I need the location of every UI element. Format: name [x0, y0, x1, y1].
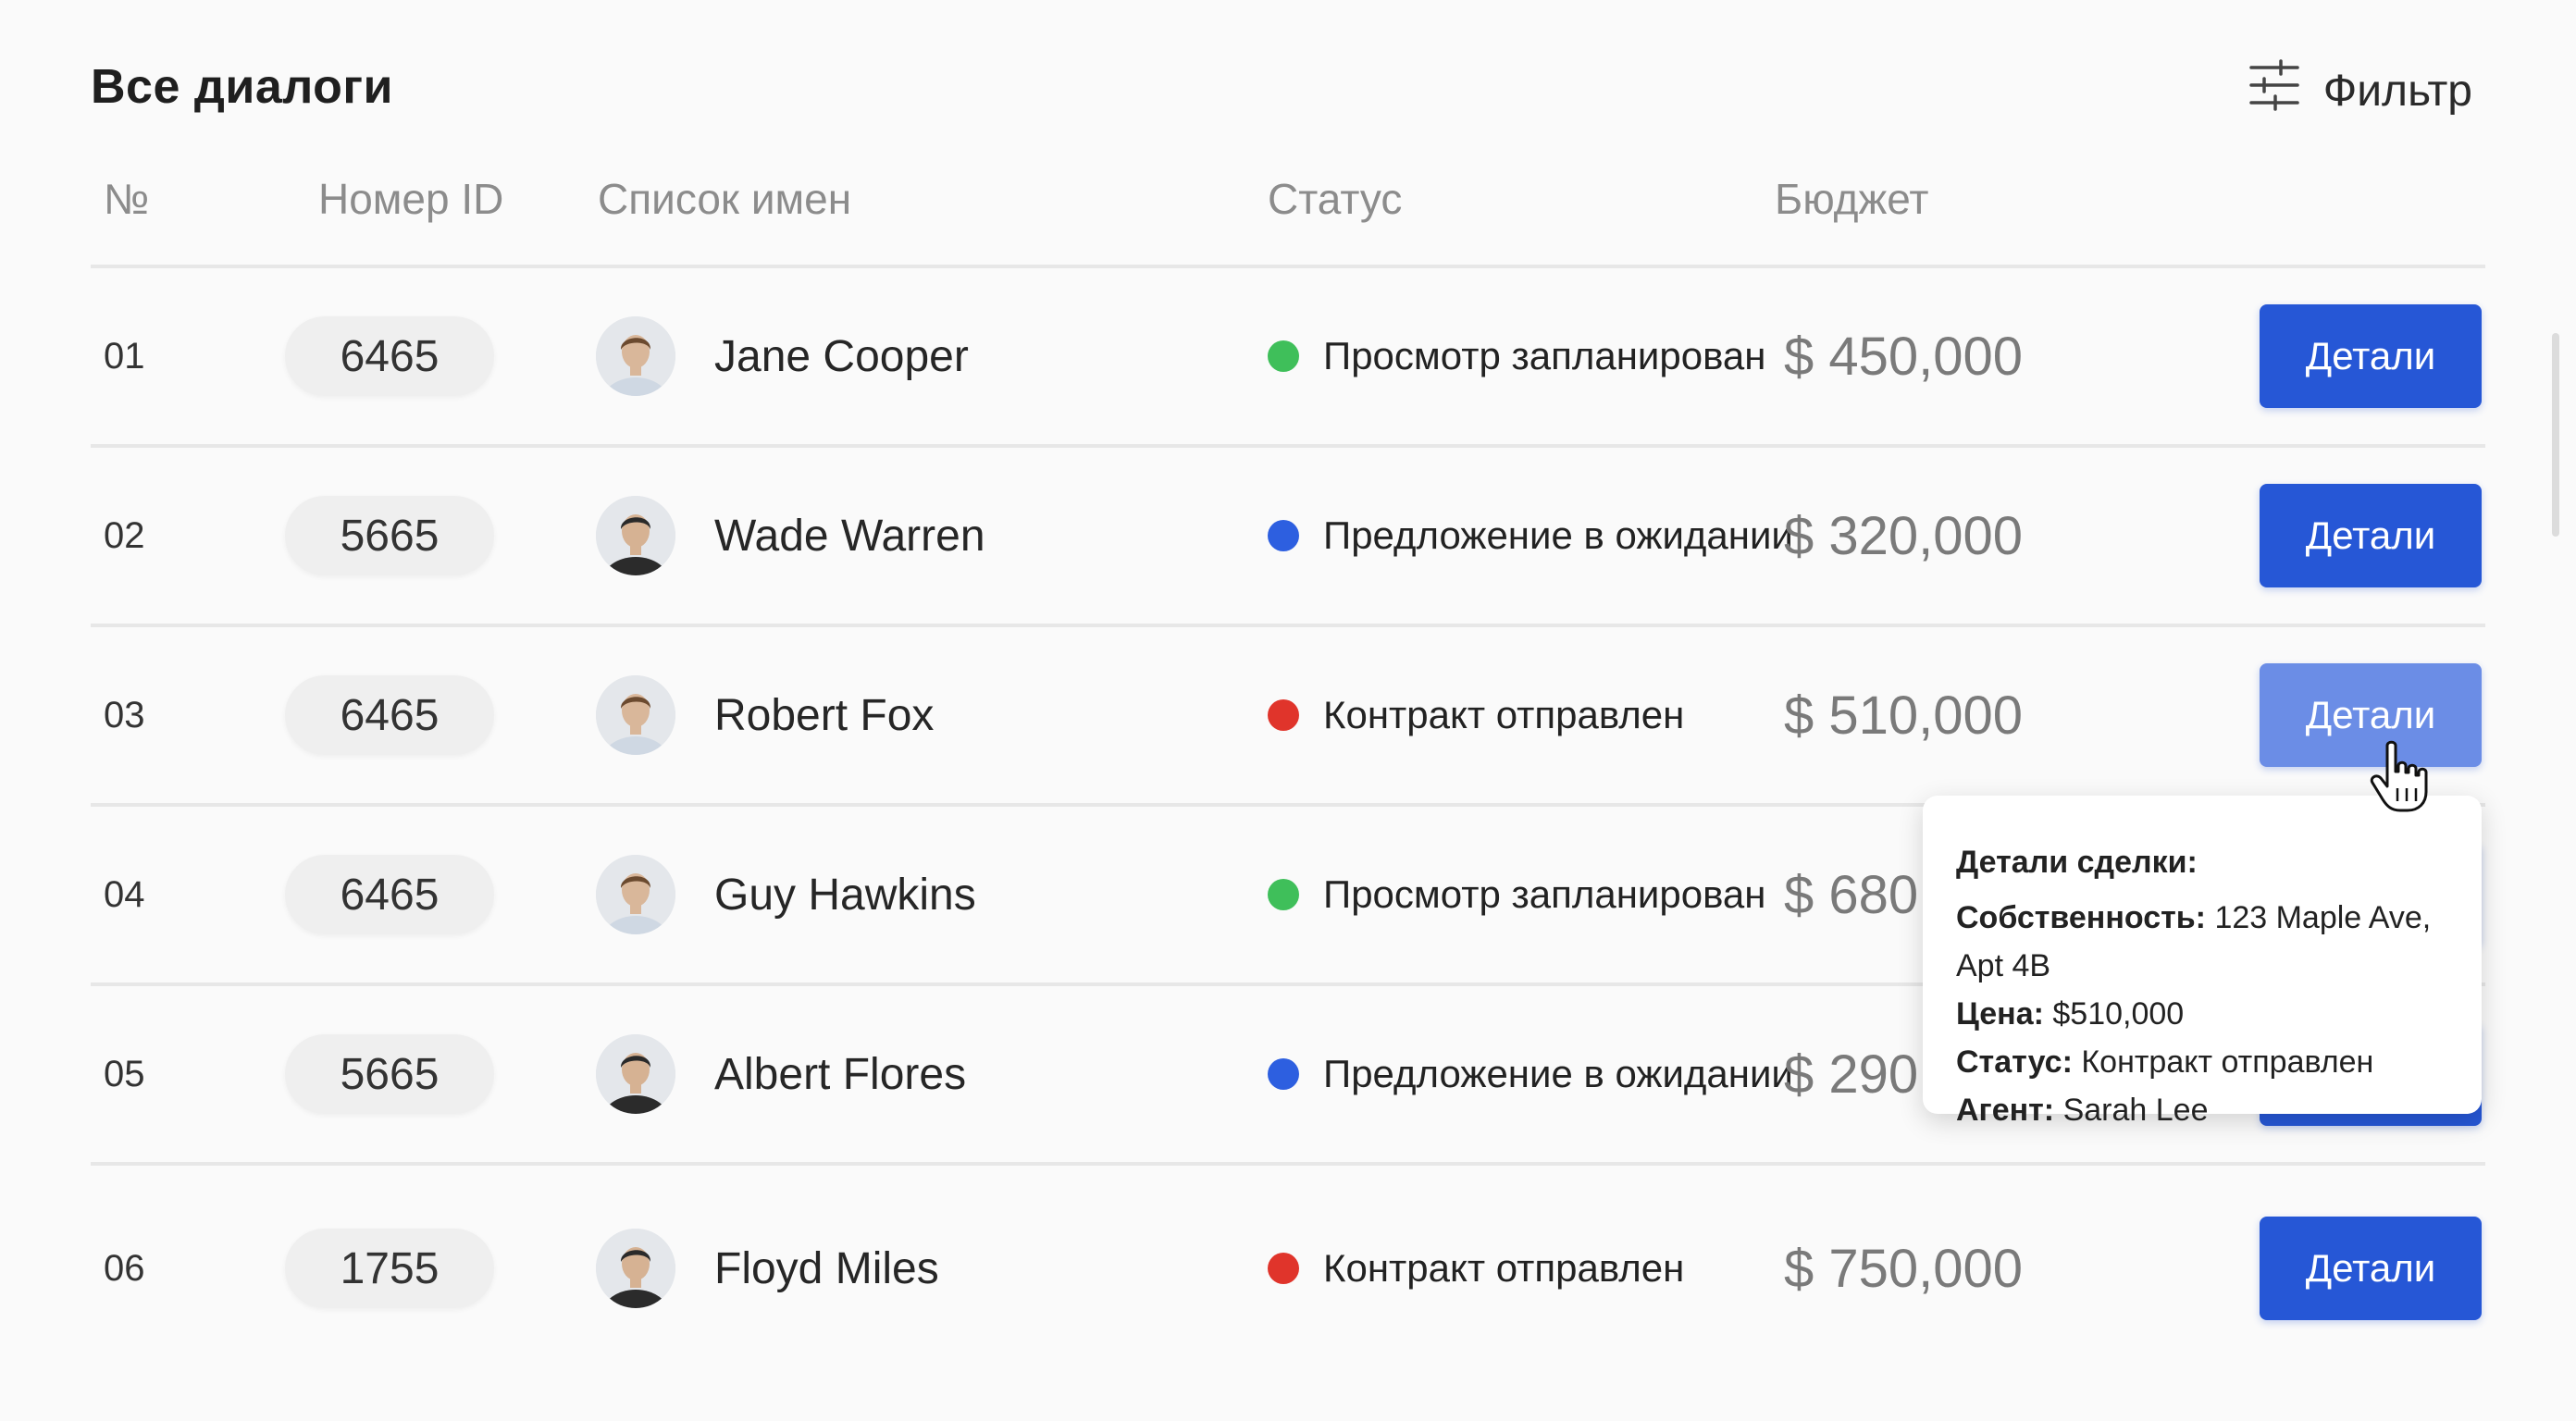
row-number: 05	[104, 1053, 145, 1094]
person-name: Guy Hawkins	[714, 870, 976, 920]
id-badge: 1755	[285, 1229, 494, 1308]
tooltip-price: Цена: $510,000	[1956, 996, 2185, 1032]
person-name: Albert Flores	[714, 1049, 967, 1099]
person-name: Floyd Miles	[714, 1243, 939, 1293]
header-budget: Бюджет	[1775, 175, 1929, 223]
table-row: 03 6465 Robert Fox Контракт отправлен $ …	[0, 627, 2576, 803]
person-name: Jane Cooper	[714, 331, 969, 381]
status-cell: Просмотр запланирован	[1268, 268, 1765, 444]
status-cell: Просмотр запланирован	[1268, 807, 1765, 982]
budget-value: $ 750,000	[1784, 1238, 2024, 1299]
status-cell: Предложение в ожидании	[1268, 986, 1793, 1162]
details-button[interactable]: Детали	[2260, 304, 2482, 408]
details-button[interactable]: Детали	[2260, 484, 2482, 587]
page-title: Все диалоги	[91, 60, 393, 114]
row-number: 01	[104, 335, 145, 377]
status-label: Предложение в ожидании	[1323, 513, 1793, 557]
row-divider	[91, 624, 2485, 627]
deal-details-tooltip: Детали сделки: Собственность: 123 Maple …	[1923, 796, 2482, 1128]
header-id: Номер ID	[318, 175, 504, 223]
row-divider	[91, 1162, 2485, 1166]
tooltip-title: Детали сделки:	[1956, 845, 2198, 880]
scrollbar[interactable]	[2552, 333, 2559, 537]
status-label: Предложение в ожидании	[1323, 1052, 1793, 1095]
table-row: 02 5665 Wade Warren Предложение в ожидан…	[0, 448, 2576, 624]
row-divider	[91, 444, 2485, 448]
details-button[interactable]: Детали	[2260, 1217, 2482, 1320]
id-badge: 6465	[285, 675, 494, 755]
id-badge: 6465	[285, 316, 494, 396]
tooltip-status: Статус: Контракт отправлен	[1956, 1044, 2374, 1080]
hand-pointer-icon	[2367, 740, 2432, 814]
person-name: Wade Warren	[714, 511, 985, 561]
status-dot-icon	[1268, 1058, 1299, 1090]
row-number: 03	[104, 694, 145, 735]
status-cell: Предложение в ожидании	[1268, 448, 1793, 624]
id-badge: 5665	[285, 1034, 494, 1114]
table-header: № Номер ID Список имен Статус Бюджет	[0, 165, 2576, 239]
id-badge: 6465	[285, 855, 494, 934]
filter-button[interactable]: Фильтр	[2248, 57, 2472, 124]
tooltip-property: Собственность: 123 Maple Ave, Apt 4B	[1956, 900, 2432, 983]
avatar	[596, 316, 675, 396]
status-label: Просмотр запланирован	[1323, 872, 1766, 916]
row-number: 04	[104, 873, 145, 915]
table-row: 01 6465 Jane Cooper Просмотр запланирова…	[0, 268, 2576, 444]
person-name: Robert Fox	[714, 690, 935, 740]
budget-value: $ 450,000	[1784, 326, 2024, 387]
filter-label: Фильтр	[2322, 66, 2472, 116]
header-names: Список имен	[598, 175, 852, 223]
avatar	[596, 496, 675, 575]
status-label: Контракт отправлен	[1323, 1246, 1685, 1290]
table-row: 06 1755 Floyd Miles Контракт отправлен $…	[0, 1180, 2576, 1356]
status-cell: Контракт отправлен	[1268, 1180, 1684, 1356]
id-badge: 5665	[285, 496, 494, 575]
status-label: Контракт отправлен	[1323, 693, 1685, 736]
budget-value: $ 510,000	[1784, 685, 2024, 746]
status-dot-icon	[1268, 879, 1299, 910]
status-dot-icon	[1268, 520, 1299, 551]
sliders-icon	[2248, 58, 2301, 123]
avatar	[596, 855, 675, 934]
tooltip-agent: Агент: Sarah Lee	[1956, 1093, 2209, 1128]
row-number: 06	[104, 1247, 145, 1289]
row-number: 02	[104, 514, 145, 556]
avatar	[596, 675, 675, 755]
avatar	[596, 1034, 675, 1114]
budget-value: $ 320,000	[1784, 505, 2024, 566]
dialogs-page: Все диалоги Фильтр № Номер ID Список име…	[0, 0, 2576, 1421]
status-label: Просмотр запланирован	[1323, 334, 1766, 377]
status-dot-icon	[1268, 699, 1299, 731]
header-num: №	[104, 175, 150, 223]
status-cell: Контракт отправлен	[1268, 627, 1684, 803]
header-status: Статус	[1268, 175, 1403, 223]
status-dot-icon	[1268, 1253, 1299, 1284]
status-dot-icon	[1268, 340, 1299, 372]
avatar	[596, 1229, 675, 1308]
